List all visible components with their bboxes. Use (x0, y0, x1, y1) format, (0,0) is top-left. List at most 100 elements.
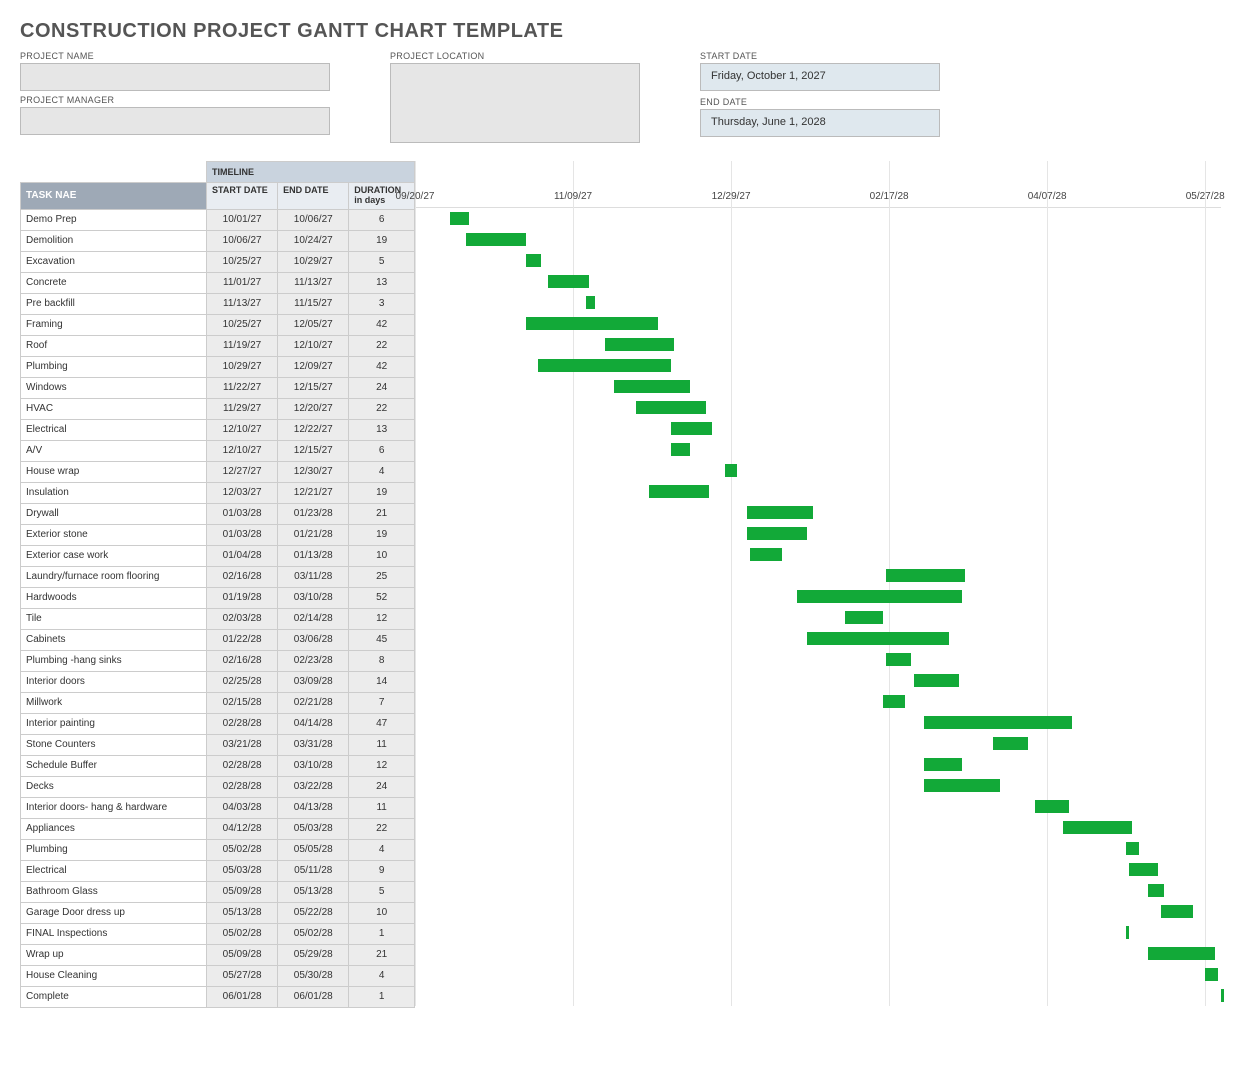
gantt-bar[interactable] (586, 296, 595, 309)
table-row[interactable]: FINAL Inspections05/02/2805/02/281 (21, 923, 415, 944)
task-name-cell: Exterior case work (21, 545, 207, 566)
table-row[interactable]: Excavation10/25/2710/29/275 (21, 251, 415, 272)
gantt-bar[interactable] (1161, 905, 1193, 918)
task-start-cell: 02/03/28 (207, 608, 278, 629)
task-duration-cell: 3 (349, 293, 415, 314)
gantt-bar[interactable] (450, 212, 469, 225)
task-end-cell: 12/30/27 (278, 461, 349, 482)
table-row[interactable]: Appliances04/12/2805/03/2822 (21, 818, 415, 839)
table-row[interactable]: Demolition10/06/2710/24/2719 (21, 230, 415, 251)
table-row[interactable]: Hardwoods01/19/2803/10/2852 (21, 587, 415, 608)
task-name-cell: Stone Counters (21, 734, 207, 755)
gantt-bar[interactable] (548, 275, 589, 288)
table-row[interactable]: Concrete11/01/2711/13/2713 (21, 272, 415, 293)
table-row[interactable]: Bathroom Glass05/09/2805/13/285 (21, 881, 415, 902)
table-row[interactable]: HVAC11/29/2712/20/2722 (21, 398, 415, 419)
table-row[interactable]: Drywall01/03/2801/23/2821 (21, 503, 415, 524)
gantt-bar[interactable] (914, 674, 958, 687)
task-end-cell: 04/13/28 (278, 797, 349, 818)
project-location-input[interactable] (390, 63, 640, 143)
gantt-bar[interactable] (466, 233, 526, 246)
table-row[interactable]: Exterior case work01/04/2801/13/2810 (21, 545, 415, 566)
gantt-bar[interactable] (1148, 947, 1214, 960)
gantt-bar[interactable] (924, 779, 1000, 792)
gantt-bar[interactable] (538, 359, 671, 372)
table-row[interactable]: Demo Prep10/01/2710/06/276 (21, 209, 415, 230)
gantt-bar[interactable] (636, 401, 706, 414)
task-duration-cell: 4 (349, 839, 415, 860)
table-row[interactable]: Interior painting02/28/2804/14/2847 (21, 713, 415, 734)
table-row[interactable]: Interior doors- hang & hardware04/03/280… (21, 797, 415, 818)
table-row[interactable]: Cabinets01/22/2803/06/2845 (21, 629, 415, 650)
project-name-input[interactable] (20, 63, 330, 91)
gantt-bar[interactable] (886, 569, 965, 582)
gantt-bar[interactable] (1129, 863, 1157, 876)
gantt-bar[interactable] (725, 464, 738, 477)
gantt-bar[interactable] (924, 716, 1073, 729)
table-row[interactable]: Insulation12/03/2712/21/2719 (21, 482, 415, 503)
table-row[interactable]: Plumbing -hang sinks02/16/2802/23/288 (21, 650, 415, 671)
table-row[interactable]: Framing10/25/2712/05/2742 (21, 314, 415, 335)
table-row[interactable]: Windows11/22/2712/15/2724 (21, 377, 415, 398)
table-row[interactable]: Interior doors02/25/2803/09/2814 (21, 671, 415, 692)
start-date-field[interactable]: Friday, October 1, 2027 (700, 63, 940, 91)
gantt-bar[interactable] (747, 527, 807, 540)
task-name-cell: Millwork (21, 692, 207, 713)
gantt-bar[interactable] (1126, 926, 1129, 939)
project-manager-input[interactable] (20, 107, 330, 135)
gantt-bar[interactable] (797, 590, 961, 603)
task-name-cell: Electrical (21, 419, 207, 440)
end-date-field[interactable]: Thursday, June 1, 2028 (700, 109, 940, 137)
table-row[interactable]: Plumbing10/29/2712/09/2742 (21, 356, 415, 377)
table-row[interactable]: Plumbing05/02/2805/05/284 (21, 839, 415, 860)
table-row[interactable]: Schedule Buffer02/28/2803/10/2812 (21, 755, 415, 776)
gantt-bar[interactable] (886, 653, 911, 666)
task-name-cell: House wrap (21, 461, 207, 482)
table-row[interactable]: Roof11/19/2712/10/2722 (21, 335, 415, 356)
gantt-bar[interactable] (1148, 884, 1164, 897)
table-row[interactable]: Wrap up05/09/2805/29/2821 (21, 944, 415, 965)
table-row[interactable]: Tile02/03/2802/14/2812 (21, 608, 415, 629)
table-row[interactable]: House Cleaning05/27/2805/30/284 (21, 965, 415, 986)
gantt-bar[interactable] (605, 338, 675, 351)
table-row[interactable]: Exterior stone01/03/2801/21/2819 (21, 524, 415, 545)
gantt-bar[interactable] (671, 422, 712, 435)
task-name-cell: Pre backfill (21, 293, 207, 314)
gantt-bar-row (415, 817, 1221, 838)
table-row[interactable]: Garage Door dress up05/13/2805/22/2810 (21, 902, 415, 923)
task-end-cell: 12/15/27 (278, 377, 349, 398)
gantt-bar[interactable] (526, 317, 659, 330)
task-end-cell: 11/15/27 (278, 293, 349, 314)
gantt-bar[interactable] (1063, 821, 1133, 834)
gantt-bar[interactable] (993, 737, 1028, 750)
gantt-bar[interactable] (1035, 800, 1070, 813)
gantt-bar-row (415, 565, 1221, 586)
task-duration-cell: 9 (349, 860, 415, 881)
gantt-bar[interactable] (1221, 989, 1224, 1002)
gantt-bar[interactable] (1205, 968, 1218, 981)
table-row[interactable]: House wrap12/27/2712/30/274 (21, 461, 415, 482)
gantt-bar[interactable] (526, 254, 542, 267)
table-row[interactable]: Electrical12/10/2712/22/2713 (21, 419, 415, 440)
gantt-bar[interactable] (614, 380, 690, 393)
gantt-bar[interactable] (883, 695, 905, 708)
gantt-bar[interactable] (671, 443, 690, 456)
gantt-bar[interactable] (807, 632, 949, 645)
gantt-bar[interactable] (747, 506, 813, 519)
task-start-cell: 10/01/27 (207, 209, 278, 230)
table-row[interactable]: Millwork02/15/2802/21/287 (21, 692, 415, 713)
gantt-bar[interactable] (845, 611, 883, 624)
table-row[interactable]: Decks02/28/2803/22/2824 (21, 776, 415, 797)
task-duration-cell: 12 (349, 608, 415, 629)
table-row[interactable]: Pre backfill11/13/2711/15/273 (21, 293, 415, 314)
table-row[interactable]: Electrical05/03/2805/11/289 (21, 860, 415, 881)
table-row[interactable]: Stone Counters03/21/2803/31/2811 (21, 734, 415, 755)
table-row[interactable]: A/V12/10/2712/15/276 (21, 440, 415, 461)
gantt-bar[interactable] (649, 485, 709, 498)
table-row[interactable]: Complete06/01/2806/01/281 (21, 986, 415, 1007)
gantt-bar[interactable] (1126, 842, 1139, 855)
gantt-bar[interactable] (924, 758, 962, 771)
gantt-bar[interactable] (750, 548, 782, 561)
table-row[interactable]: Laundry/furnace room flooring02/16/2803/… (21, 566, 415, 587)
task-name-cell: Garage Door dress up (21, 902, 207, 923)
